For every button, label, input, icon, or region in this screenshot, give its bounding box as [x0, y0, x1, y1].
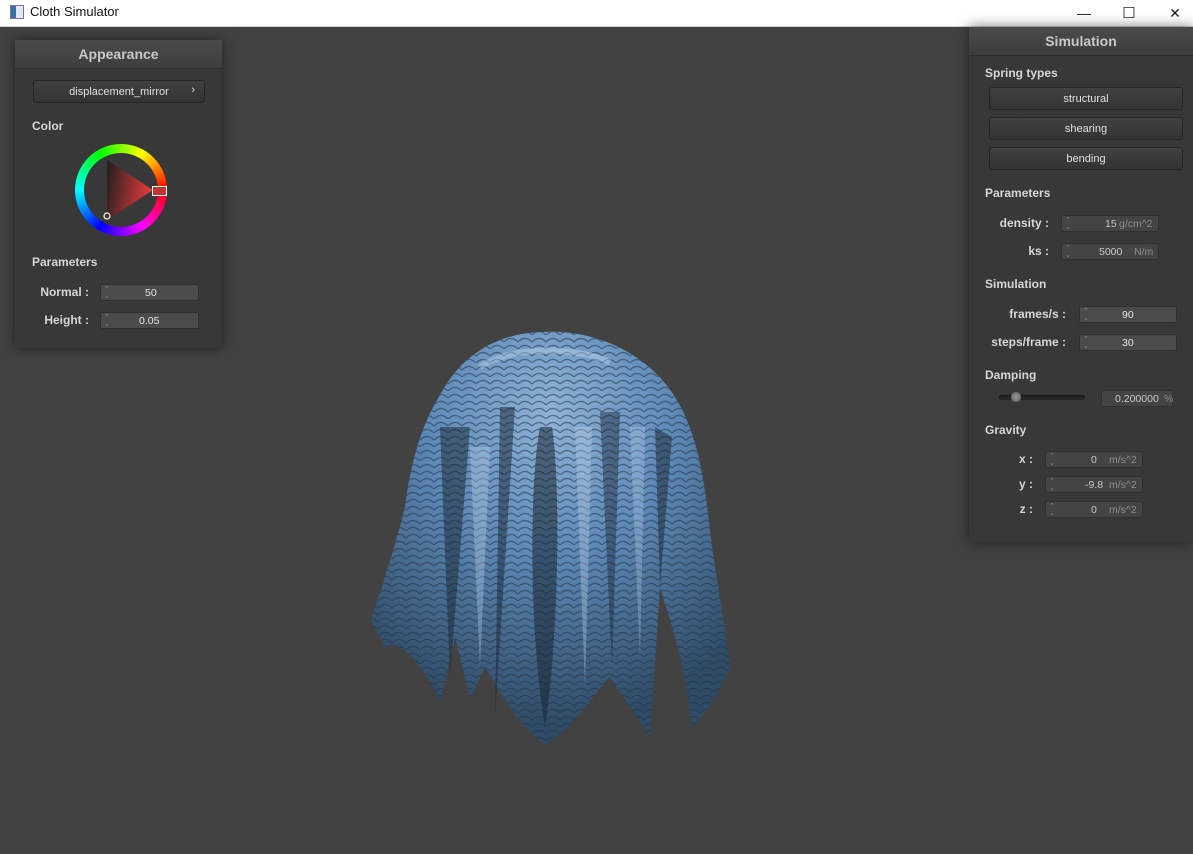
steps-label: steps/frame : [991, 335, 1066, 349]
damping-slider[interactable] [999, 392, 1085, 402]
damping-value: 0.200000 [1115, 393, 1159, 405]
gravity-z-value: 0 [1091, 504, 1097, 516]
spinner-icon[interactable]: ⌃ ⌄ [1049, 453, 1055, 467]
height-label: Height : [44, 313, 89, 327]
bending-spring-button[interactable]: bending [989, 147, 1183, 170]
window-title: Cloth Simulator [30, 4, 119, 19]
gravity-label: Gravity [985, 423, 1027, 437]
spinner-icon[interactable]: ⌃ ⌄ [1065, 245, 1071, 259]
color-section-label: Color [32, 119, 64, 133]
damping-input[interactable]: 0.200000 % [1101, 390, 1173, 407]
ks-value: 5000 [1099, 246, 1123, 258]
ks-input[interactable]: ⌃ ⌄ 5000 N/m [1061, 243, 1159, 260]
steps-input[interactable]: ⌃ ⌄ 30 [1079, 334, 1177, 351]
maximize-button[interactable]: ☐ [1106, 0, 1152, 26]
normal-value: 50 [145, 287, 157, 299]
gravity-y-unit: m/s^2 [1109, 479, 1137, 491]
spinner-icon[interactable]: ⌃ ⌄ [1049, 478, 1055, 492]
minimize-button[interactable]: — [1061, 0, 1107, 26]
density-value: 15 [1105, 218, 1117, 230]
density-input[interactable]: ⌃ ⌄ 15 g/cm^2 [1061, 215, 1159, 232]
height-value: 0.05 [139, 315, 160, 327]
damping-unit: % [1164, 393, 1174, 405]
spinner-icon[interactable]: ⌃ ⌄ [1083, 308, 1089, 322]
fps-label: frames/s : [1009, 307, 1066, 321]
ks-unit: N/m [1134, 246, 1154, 258]
density-unit: g/cm^2 [1119, 218, 1153, 230]
spinner-icon[interactable]: ⌃ ⌄ [1049, 503, 1055, 517]
damping-label: Damping [985, 368, 1037, 382]
gravity-x-label: x : [1018, 452, 1033, 466]
gravity-x-unit: m/s^2 [1109, 454, 1137, 466]
app-icon [10, 5, 24, 19]
normal-input[interactable]: ⌃ ⌄ 50 [100, 284, 199, 301]
cloth-mesh [371, 331, 730, 745]
3d-viewport[interactable]: Appearance displacement_mirror › Color P… [0, 27, 1193, 854]
appearance-panel-title: Appearance [15, 40, 222, 69]
gravity-z-unit: m/s^2 [1109, 504, 1137, 516]
simulation-panel: Simulation Spring types structural shear… [969, 27, 1193, 542]
shader-dropdown[interactable]: displacement_mirror › [33, 80, 205, 103]
chevron-right-icon: › [191, 84, 195, 96]
gravity-x-input[interactable]: ⌃ ⌄ 0 m/s^2 [1045, 451, 1143, 468]
spinner-icon[interactable]: ⌃ ⌄ [104, 314, 110, 328]
spinner-icon[interactable]: ⌃ ⌄ [1065, 217, 1071, 231]
spinner-icon[interactable]: ⌃ ⌄ [1083, 336, 1089, 350]
normal-label: Normal : [40, 285, 89, 299]
gravity-y-value: -9.8 [1085, 479, 1104, 491]
steps-value: 30 [1122, 337, 1134, 349]
ks-label: ks : [1028, 244, 1049, 258]
shader-dropdown-label: displacement_mirror [69, 85, 169, 98]
gravity-x-value: 0 [1091, 454, 1097, 466]
close-button[interactable]: ✕ [1152, 0, 1193, 26]
damping-slider-handle[interactable] [1011, 392, 1021, 402]
window-titlebar: Cloth Simulator — ☐ ✕ [0, 0, 1193, 27]
hue-marker[interactable] [152, 186, 167, 196]
simulation-panel-title: Simulation [969, 27, 1193, 56]
structural-spring-button[interactable]: structural [989, 87, 1183, 110]
simulation-parameters-label: Parameters [985, 186, 1051, 200]
gravity-z-label: z : [1019, 502, 1033, 516]
color-wheel[interactable] [75, 144, 167, 236]
gravity-y-input[interactable]: ⌃ ⌄ -9.8 m/s^2 [1045, 476, 1143, 493]
gravity-y-label: y : [1018, 477, 1033, 491]
height-input[interactable]: ⌃ ⌄ 0.05 [100, 312, 199, 329]
gravity-z-input[interactable]: ⌃ ⌄ 0 m/s^2 [1045, 501, 1143, 518]
spinner-icon[interactable]: ⌃ ⌄ [104, 286, 110, 300]
density-label: density : [999, 216, 1049, 230]
simulation-section-label: Simulation [985, 277, 1047, 291]
fps-value: 90 [1122, 309, 1134, 321]
appearance-parameters-label: Parameters [32, 255, 98, 269]
shearing-spring-button[interactable]: shearing [989, 117, 1183, 140]
spring-types-label: Spring types [985, 66, 1058, 80]
appearance-panel: Appearance displacement_mirror › Color P… [15, 40, 222, 348]
fps-input[interactable]: ⌃ ⌄ 90 [1079, 306, 1177, 323]
